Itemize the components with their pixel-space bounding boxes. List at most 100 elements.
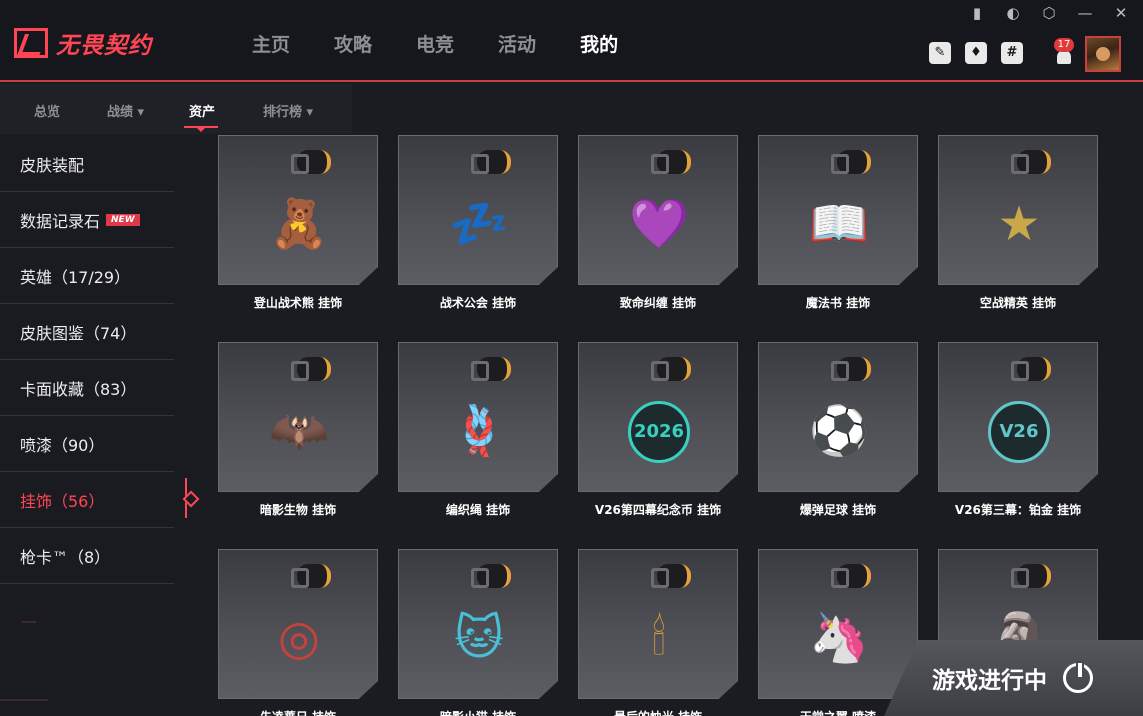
buddy-card-label: 登山战术熊 挂饰 (253, 296, 343, 310)
buddy-card[interactable]: ◎ 先凌蔷日 挂饰 (218, 549, 378, 716)
buddy-card[interactable]: 🦇 暗影生物 挂饰 (218, 342, 378, 518)
nav-guides[interactable]: 攻略 (334, 30, 372, 57)
tab-leaderboard[interactable]: 排行榜 ▾ (263, 101, 313, 120)
buddy-card[interactable]: ★ 空战精英 挂饰 (938, 135, 1098, 311)
charm-hook-icon (651, 357, 691, 381)
charm-hook-icon (291, 150, 331, 174)
nav-me[interactable]: 我的 (580, 30, 618, 57)
buddy-item-icon: ⚽ (809, 403, 869, 459)
charm-hook-icon (1011, 564, 1051, 588)
game-running-button[interactable]: 游戏进行中 (884, 640, 1143, 716)
minimize-icon[interactable]: — (1077, 4, 1093, 22)
buddy-item-icon: 🦄 (809, 610, 869, 666)
buddy-card[interactable]: 2026 V26第四幕纪念币 挂饰 (578, 342, 738, 518)
buddy-card-label: 暗影小猫 挂饰 (398, 708, 558, 716)
sidebar-item-label: 卡面收藏（83） (20, 379, 137, 399)
buddy-item-icon: ◎ (278, 610, 320, 666)
buddy-preview: 💜 (578, 135, 738, 285)
sidebar-item-data-stone[interactable]: 数据记录石 NEW (0, 192, 174, 248)
buddy-card-label: 爆弹足球 挂饰 (799, 503, 877, 517)
charm-hook-icon (1011, 357, 1051, 381)
buddy-card[interactable]: 📖 魔法书 挂饰 (758, 135, 918, 311)
settings-icon[interactable]: ⬡ (1041, 4, 1057, 22)
buddy-card[interactable]: ⚽ 爆弹足球 挂饰 (758, 342, 918, 518)
nav-esports[interactable]: 电竞 (416, 30, 454, 57)
buddy-item-icon: 🐱 (453, 610, 505, 666)
charm-hook-icon (1011, 150, 1051, 174)
buddy-preview: ⚽ (758, 342, 918, 492)
buddy-card-label: 战术公会 挂饰 (439, 296, 517, 310)
sidebar-item-label: 皮肤图鉴（74） (20, 323, 137, 343)
buddy-card[interactable]: 🪢 编织绳 挂饰 (398, 342, 558, 518)
buddy-item-icon: V26 (988, 401, 1050, 463)
sidebar-item-label: 数据记录石 (20, 211, 101, 231)
support-icon[interactable]: ◐ (1005, 4, 1021, 22)
sidebar-item-agents[interactable]: 英雄（17/29） (0, 248, 174, 304)
charm-hook-icon (831, 564, 871, 588)
sidebar-item-skin-loadout[interactable]: 皮肤装配 (0, 136, 174, 192)
charm-hook-icon (651, 150, 691, 174)
nav-events[interactable]: 活动 (498, 30, 536, 57)
buddy-preview: ◎ (218, 549, 378, 699)
sidebar-item-buddies[interactable]: 挂饰（56） (0, 472, 174, 528)
active-tab-indicator (184, 126, 218, 132)
buddy-card-label: 先凌蔷日 挂饰 (218, 708, 378, 716)
buddy-preview: ★ (938, 135, 1098, 285)
buddy-card[interactable]: 💜 致命纠缠 挂饰 (578, 135, 738, 311)
buddy-preview: 2026 (578, 342, 738, 492)
charm-hook-icon (471, 357, 511, 381)
quick-actions: ✎ ♦ # (929, 42, 1023, 64)
decor-dash (22, 621, 36, 623)
buddy-card-label: 魔法书 挂饰 (805, 296, 871, 310)
buddy-card[interactable]: 🦄天堂之翼 喷漆 (758, 549, 918, 716)
sidebar: 皮肤装配 数据记录石 NEW 英雄（17/29） 皮肤图鉴（74） 卡面收藏（8… (0, 134, 190, 716)
sidebar-item-label: 喷漆（90） (20, 435, 105, 455)
charm-hook-icon (651, 564, 691, 588)
signal-icon[interactable]: ▮ (969, 4, 985, 22)
buddy-preview: 🐱 (398, 549, 558, 699)
buddy-card-label: 编织绳 挂饰 (445, 503, 511, 517)
tab-record[interactable]: 战绩 ▾ (107, 101, 144, 120)
buddy-card-label: 最后的烛光 挂饰 (578, 708, 738, 716)
buddy-item-icon: 🦇 (269, 403, 329, 459)
sidebar-item-cards[interactable]: 卡面收藏（83） (0, 360, 174, 416)
sub-nav: 总览 战绩 ▾ 资产 排行榜 ▾ (0, 84, 352, 134)
app-logo[interactable]: 无畏契约 (14, 26, 152, 60)
buddy-card[interactable]: 💤 战术公会 挂饰 (398, 135, 558, 311)
charm-hook-icon (291, 564, 331, 588)
buddy-item-icon: 🕯 (652, 610, 666, 666)
buddy-preview: 🕯 (578, 549, 738, 699)
buddy-card[interactable]: 🧸 登山战术熊 挂饰 (218, 135, 378, 311)
buddy-card-label: V26第三幕：铂金 挂饰 (954, 503, 1082, 517)
sidebar-item-label: 挂饰（56） (20, 491, 105, 511)
sidebar-item-gun-cards[interactable]: 枪卡™（8） (0, 528, 174, 584)
nav-home[interactable]: 主页 (252, 30, 290, 57)
buddy-card[interactable]: 🕯 最后的烛光 挂饰 (578, 549, 738, 716)
charm-hook-icon (831, 150, 871, 174)
tab-overview[interactable]: 总览 (34, 101, 60, 120)
mail-icon[interactable]: ✎ (929, 42, 951, 64)
buddy-item-icon: 💜 (629, 196, 689, 252)
buddy-card[interactable]: 🐱 暗影小猫 挂饰 (398, 549, 558, 716)
top-bar: 无畏契约 主页 攻略 电竞 活动 我的 ▮ ◐ ⬡ — ✕ ✎ ♦ # (0, 0, 1143, 82)
buddy-item-icon: 2026 (628, 401, 690, 463)
tab-assets[interactable]: 资产 (189, 101, 215, 120)
buddy-grid: 🧸 登山战术熊 挂饰 💤 战术公会 挂饰 💜 致命纠缠 挂饰 📖 魔法书 挂饰 ★ 空战精英 挂饰… (190, 134, 1143, 716)
app-title: 无畏契约 (56, 33, 152, 59)
sidebar-item-sprays[interactable]: 喷漆（90） (0, 416, 174, 472)
sidebar-item-label: 英雄（17/29） (20, 267, 131, 287)
chat-icon[interactable]: # (1001, 42, 1023, 64)
buddy-card-label: 致命纠缠 挂饰 (619, 296, 697, 310)
avatar[interactable] (1085, 36, 1121, 72)
sidebar-item-skin-collection[interactable]: 皮肤图鉴（74） (0, 304, 174, 360)
notification-count-badge: 17 (1054, 38, 1074, 52)
team-icon[interactable]: ♦ (965, 42, 987, 64)
close-icon[interactable]: ✕ (1113, 4, 1129, 22)
buddy-preview: 🧸 (218, 135, 378, 285)
sidebar-item-label: 枪卡™（8） (20, 547, 111, 567)
buddy-preview: 🦇 (218, 342, 378, 492)
buddy-card[interactable]: V26 V26第三幕：铂金 挂饰 (938, 342, 1098, 518)
charm-hook-icon (471, 564, 511, 588)
new-badge: NEW (106, 213, 140, 226)
buddy-item-icon: ★ (997, 196, 1041, 252)
